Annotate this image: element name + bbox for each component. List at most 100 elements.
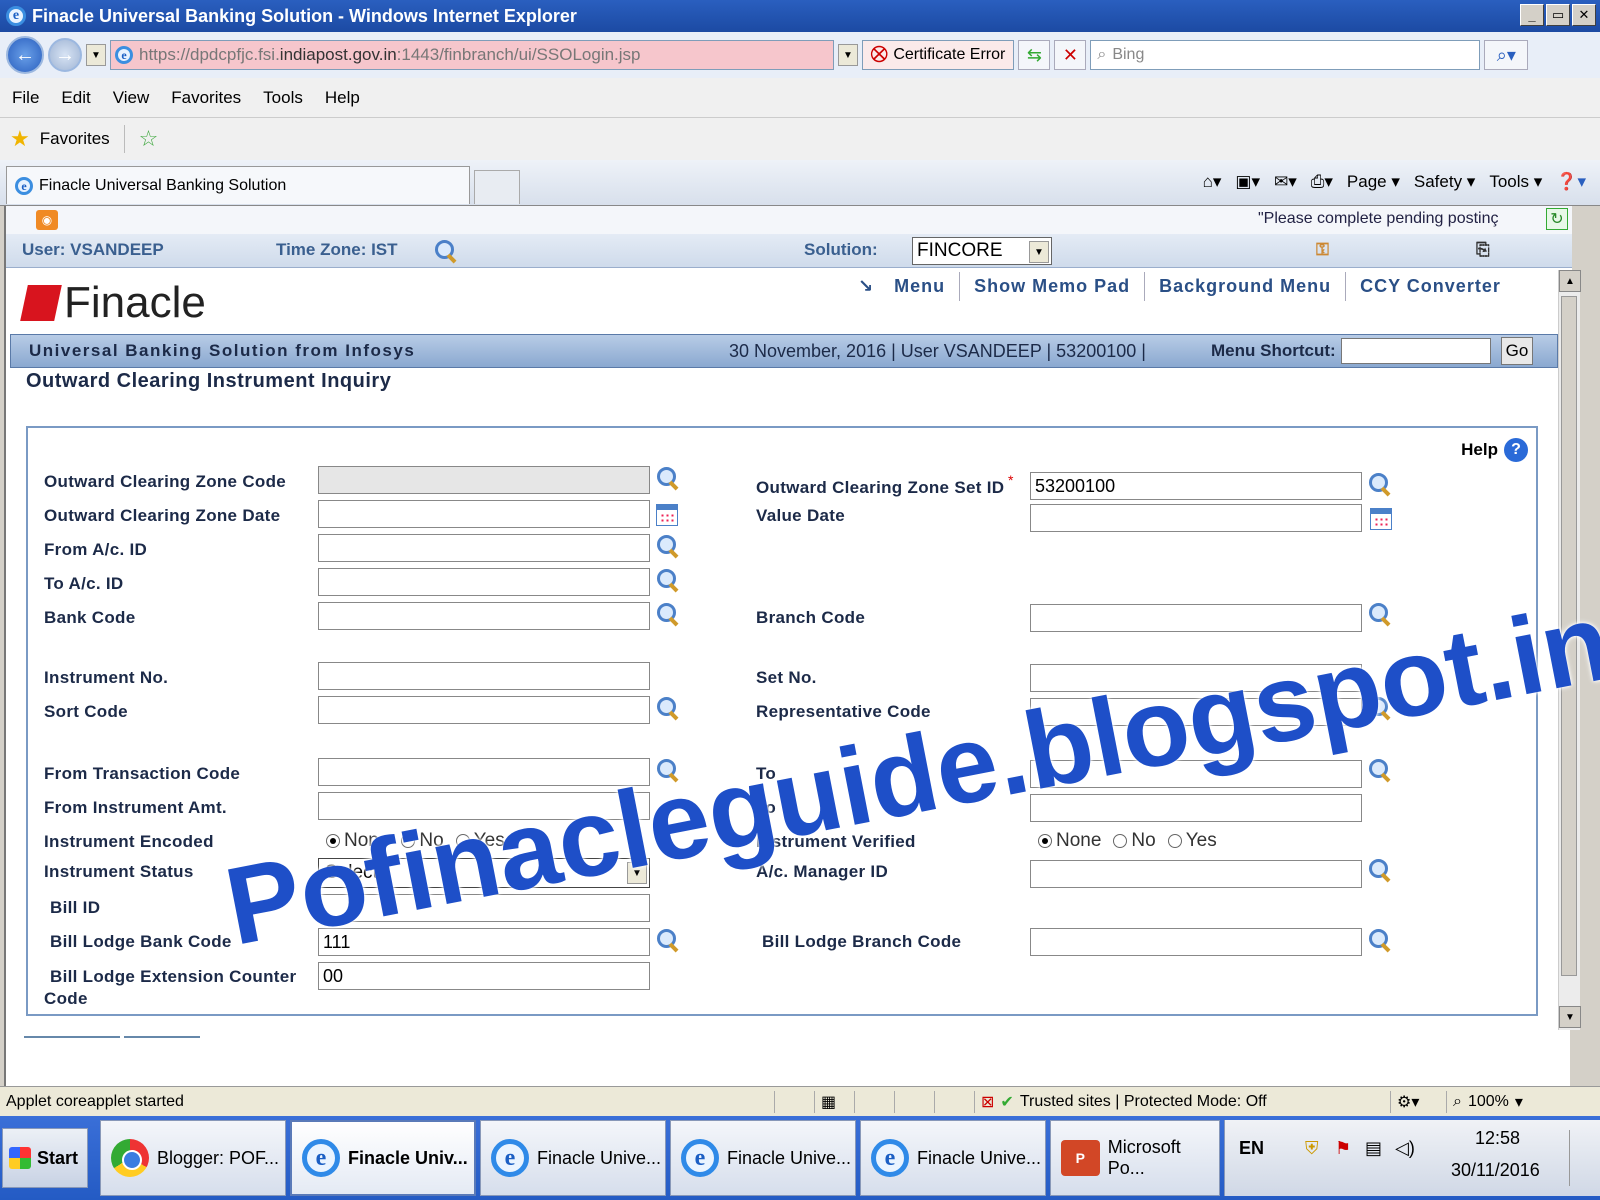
verified-yes-radio[interactable] [1167, 834, 1182, 848]
sort-code-search-icon[interactable] [656, 696, 680, 720]
set-no-input[interactable] [1030, 664, 1362, 692]
submit-button[interactable] [24, 1036, 120, 1044]
favorites-button[interactable]: Favorites [40, 129, 110, 149]
to-account-search-icon[interactable] [656, 568, 680, 592]
compatibility-icon[interactable]: ⚙▾ [1390, 1091, 1442, 1113]
restore-button[interactable]: ▭ [1546, 4, 1570, 26]
menu-shortcut-input[interactable] [1341, 338, 1491, 364]
taskbar-item-finacle-2[interactable]: e Finacle Unive... [480, 1120, 666, 1196]
from-instrument-amt-input[interactable] [318, 792, 650, 820]
tab-finacle[interactable]: e Finacle Universal Banking Solution [6, 166, 470, 204]
from-tran-code-search-icon[interactable] [656, 758, 680, 782]
search-go-button[interactable]: ⌕▾ [1484, 40, 1529, 70]
go-button[interactable]: Go [1501, 337, 1533, 365]
from-account-input[interactable] [318, 534, 650, 562]
account-manager-id-input[interactable] [1030, 860, 1362, 888]
to-tran-code-input[interactable] [1030, 760, 1362, 788]
zone-code-search-icon[interactable] [656, 466, 680, 490]
bill-lodge-bank-code-input[interactable]: 111 [318, 928, 650, 956]
nav-menu[interactable]: Menu [880, 272, 961, 301]
verified-none-radio[interactable] [1038, 834, 1052, 848]
zoom-control[interactable]: ⌕ 100% ▾ [1446, 1091, 1556, 1113]
sort-code-input[interactable] [318, 696, 650, 724]
taskbar-item-finacle-1[interactable]: e Finacle Univ... [290, 1120, 476, 1196]
page-menu[interactable]: Page ▾ [1347, 172, 1400, 192]
add-favorite-icon[interactable]: ☆ [139, 126, 159, 152]
clear-button[interactable] [124, 1036, 200, 1044]
value-date-input[interactable] [1030, 504, 1362, 532]
taskbar-item-blogger[interactable]: Blogger: POF... [100, 1120, 286, 1196]
clock-time[interactable]: 12:58 [1475, 1128, 1520, 1149]
scroll-down-icon[interactable]: ▼ [1559, 1006, 1581, 1028]
menu-file[interactable]: File [12, 88, 39, 108]
forward-button[interactable]: → [48, 38, 82, 72]
menu-edit[interactable]: Edit [61, 88, 90, 108]
nav-show-memo-pad[interactable]: Show Memo Pad [960, 272, 1146, 301]
refresh-icon[interactable]: ↻ [1546, 208, 1568, 230]
show-desktop-button[interactable] [1569, 1130, 1593, 1186]
taskbar-item-powerpoint[interactable]: P Microsoft Po... [1050, 1120, 1220, 1196]
safety-menu[interactable]: Safety ▾ [1414, 172, 1475, 192]
menu-tools[interactable]: Tools [263, 88, 303, 108]
verified-no-radio[interactable] [1113, 834, 1128, 848]
zone-set-id-input[interactable]: 53200100 [1030, 472, 1362, 500]
start-button[interactable]: Start [2, 1128, 88, 1188]
bank-code-input[interactable] [318, 602, 650, 630]
bill-lodge-branch-search-icon[interactable] [1368, 928, 1392, 952]
home-icon[interactable]: ⌂▾ [1203, 172, 1222, 192]
from-tran-code-input[interactable] [318, 758, 650, 786]
language-indicator[interactable]: EN [1239, 1138, 1264, 1159]
back-button[interactable]: ← [6, 36, 44, 74]
zone-date-input[interactable] [318, 500, 650, 528]
feeds-icon[interactable]: ▣▾ [1235, 172, 1260, 192]
to-instrument-amt-input[interactable] [1030, 794, 1362, 822]
menu-view[interactable]: View [113, 88, 150, 108]
bill-id-input[interactable] [318, 894, 650, 922]
nav-background-menu[interactable]: Background Menu [1145, 272, 1347, 301]
instrument-no-input[interactable] [318, 662, 650, 690]
network-icon[interactable]: ▤ [1365, 1138, 1382, 1159]
scroll-up-icon[interactable]: ▲ [1559, 270, 1581, 292]
menu-help[interactable]: Help [325, 88, 360, 108]
representative-search-icon[interactable] [1368, 696, 1392, 720]
encoded-no-radio[interactable] [401, 834, 416, 848]
encoded-none-radio[interactable] [326, 834, 340, 848]
instrument-status-select[interactable]: Select ▼ [318, 858, 650, 888]
account-manager-search-icon[interactable] [1368, 858, 1392, 882]
favorites-star-icon[interactable]: ★ [10, 126, 30, 152]
calendar-icon[interactable] [1370, 508, 1392, 530]
branch-code-search-icon[interactable] [1368, 602, 1392, 626]
app-scrollbar[interactable]: ▲ ▼ [1558, 270, 1581, 1030]
stop-icon[interactable]: ✕ [1054, 40, 1087, 70]
print-icon[interactable]: ⎙▾ [1311, 172, 1333, 192]
clock-date[interactable]: 30/11/2016 [1451, 1160, 1540, 1181]
bill-lodge-bank-search-icon[interactable] [656, 928, 680, 952]
url-dropdown-icon[interactable]: ▼ [838, 44, 858, 66]
to-account-input[interactable] [318, 568, 650, 596]
menu-arrow-icon[interactable]: ↘ [844, 272, 880, 301]
popup-blocked-icon[interactable]: ▦ [814, 1091, 850, 1113]
search-icon[interactable] [434, 239, 458, 263]
branch-code-input[interactable] [1030, 604, 1362, 632]
refresh-icon[interactable]: ⇆ [1018, 40, 1051, 70]
volume-icon[interactable]: ◁) [1395, 1138, 1415, 1159]
close-button[interactable]: ✕ [1572, 4, 1596, 26]
representative-code-input[interactable] [1030, 698, 1362, 726]
zone-code-input[interactable] [318, 466, 650, 494]
shield-icon[interactable]: ⛨ [1305, 1138, 1319, 1159]
calendar-icon[interactable] [656, 504, 678, 526]
url-field[interactable]: e https://dpdcpfjc.fsi.indiapost.gov.in:… [110, 40, 834, 70]
pending-postings-message[interactable]: "Please complete pending postinç [1258, 210, 1499, 228]
rss-icon[interactable]: ◉ [36, 210, 58, 230]
flag-icon[interactable]: ⚑ [1335, 1138, 1351, 1159]
menu-favorites[interactable]: Favorites [171, 88, 241, 108]
help-menu-icon[interactable]: ❓▾ [1556, 172, 1586, 192]
bank-code-search-icon[interactable] [656, 602, 680, 626]
solution-select[interactable]: FINCORE ▼ [912, 237, 1052, 265]
from-account-search-icon[interactable] [656, 534, 680, 558]
new-tab-button[interactable] [474, 170, 520, 204]
mail-icon[interactable]: ✉▾ [1274, 172, 1297, 192]
bill-lodge-branch-code-input[interactable] [1030, 928, 1362, 956]
logout-icon[interactable]: ⎘ [1476, 240, 1490, 260]
key-icon[interactable]: ⚿ [1316, 240, 1329, 260]
